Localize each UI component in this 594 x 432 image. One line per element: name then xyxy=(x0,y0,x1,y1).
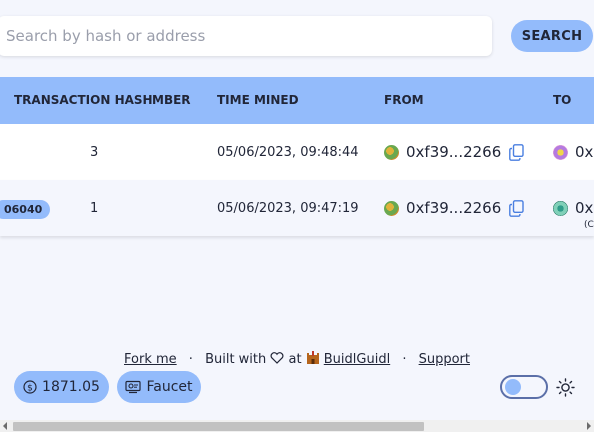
castle-icon xyxy=(306,351,319,364)
table-row: 3 05/06/2023, 09:48:44 0xf39...2266 0x xyxy=(0,124,594,180)
block-number: 1 xyxy=(90,200,99,216)
balance-button[interactable]: $ 1871.05 xyxy=(14,371,109,403)
dollar-icon: $ xyxy=(23,380,37,394)
address-blockie-icon xyxy=(553,200,568,216)
search-button[interactable]: SEARCH xyxy=(511,20,593,52)
buidlguidl-link[interactable]: BuidlGuidl xyxy=(324,352,390,367)
header-from: FROM xyxy=(384,93,424,107)
time-mined: 05/06/2023, 09:48:44 xyxy=(217,144,359,160)
table-row: 06040 1 05/06/2023, 09:47:19 0xf39...226… xyxy=(0,180,594,236)
footer-links: Fork me · Built with at BuidlGuidl · Sup… xyxy=(0,351,594,367)
fork-me-link[interactable]: Fork me xyxy=(124,352,177,367)
faucet-button[interactable]: Faucet xyxy=(117,371,201,403)
scroll-right-arrow-icon[interactable] xyxy=(587,422,591,430)
sun-icon xyxy=(556,378,575,397)
contract-label: (C xyxy=(584,220,594,230)
separator: · xyxy=(188,352,193,367)
from-address[interactable]: 0xf39...2266 xyxy=(384,180,524,236)
address-text[interactable]: 0xf39...2266 xyxy=(406,143,501,161)
address-blockie-icon xyxy=(384,144,399,160)
header-to: TO xyxy=(553,93,572,107)
toggle-knob xyxy=(505,379,521,395)
address-text[interactable]: 0x xyxy=(575,199,593,217)
address-blockie-icon xyxy=(553,144,568,160)
copy-icon[interactable] xyxy=(509,143,524,161)
address-blockie-icon xyxy=(384,200,399,216)
scrollbar-thumb[interactable] xyxy=(13,422,424,431)
header-block-number: MBER xyxy=(152,93,191,107)
support-link[interactable]: Support xyxy=(419,352,470,367)
transactions-table: TRANSACTION HASH MBER TIME MINED FROM TO… xyxy=(0,77,594,236)
time-mined: 05/06/2023, 09:47:19 xyxy=(217,200,359,216)
address-text[interactable]: 0xf39...2266 xyxy=(406,199,501,217)
block-number: 3 xyxy=(90,144,99,160)
faucet-icon xyxy=(125,380,142,394)
to-address[interactable]: 0x xyxy=(553,124,593,180)
header-time-mined: TIME MINED xyxy=(217,93,299,107)
search-input[interactable] xyxy=(0,16,492,56)
at-text: at xyxy=(288,352,302,367)
separator: · xyxy=(402,352,407,367)
balance-value: 1871.05 xyxy=(42,379,100,395)
address-text[interactable]: 0x xyxy=(575,143,593,161)
transaction-hash-link[interactable]: 06040 xyxy=(0,200,51,219)
table-header: TRANSACTION HASH MBER TIME MINED FROM TO xyxy=(0,77,594,124)
horizontal-scrollbar[interactable] xyxy=(0,420,594,432)
svg-text:$: $ xyxy=(27,383,33,393)
header-transaction-hash: TRANSACTION HASH xyxy=(14,93,153,107)
copy-icon[interactable] xyxy=(509,199,524,217)
search-bar xyxy=(0,16,492,56)
built-with-text: Built with xyxy=(205,352,267,367)
scroll-left-arrow-icon[interactable] xyxy=(3,422,7,430)
heart-icon xyxy=(270,352,284,367)
theme-toggle[interactable] xyxy=(500,375,548,399)
faucet-label: Faucet xyxy=(146,379,193,395)
from-address[interactable]: 0xf39...2266 xyxy=(384,124,524,180)
